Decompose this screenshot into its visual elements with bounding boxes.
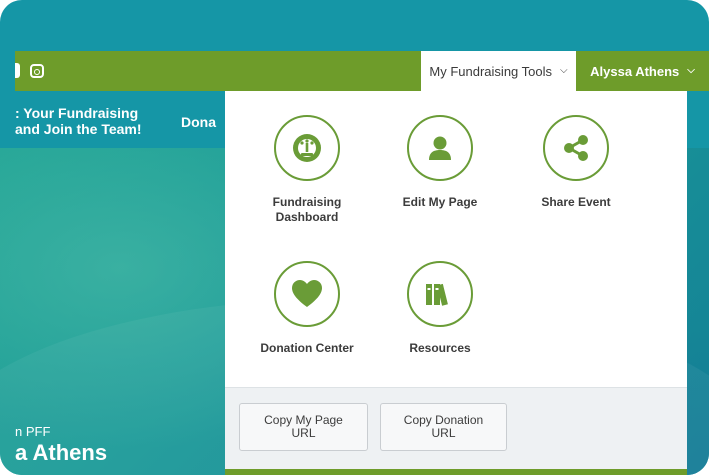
dropdown-bottom-border [225,469,687,475]
books-icon [426,283,448,306]
nav-fundraising-line1: : Your Fundraising [15,105,139,121]
fundraising-tools-dropdown: Fundraising Dashboard Edit My Page Share… [225,91,687,475]
copy-donation-url-button[interactable]: Copy Donation URL [380,403,507,451]
nav-item-fundraising[interactable]: : Your Fundraising and Join the Team! [15,105,142,137]
share-icon [564,135,588,161]
chevron-down-icon: ⌵ [687,65,695,76]
tool-label: Share Event [541,195,611,209]
nav-fundraising-line2: and Join the Team! [15,121,142,137]
tool-donation-center[interactable]: Donation Center [242,261,372,356]
tool-circle [274,261,340,327]
user-menu-tab[interactable]: Alyssa Athens ⌵ [576,51,709,91]
social-links [15,63,44,78]
tool-fundraising-dashboard[interactable]: Fundraising Dashboard [242,115,372,225]
copy-my-page-url-button[interactable]: Copy My Page URL [239,403,368,451]
hero-subtitle: n PFF [15,424,51,439]
tool-share-event[interactable]: Share Event [511,115,641,210]
person-icon [429,136,451,160]
youtube-icon[interactable] [15,63,20,78]
tool-label: Resources [409,341,471,355]
dropdown-footer: Copy My Page URL Copy Donation URL [225,387,687,470]
tool-circle [407,261,473,327]
chevron-down-icon: ⌵ [560,65,568,76]
instagram-icon[interactable] [30,63,44,78]
page-frame: My Fundraising Tools ⌵ Alyssa Athens ⌵ :… [0,0,709,475]
tool-label: Fundraising Dashboard [272,195,342,224]
tool-label: Donation Center [260,341,354,355]
tool-circle [274,115,340,181]
tool-circle [407,115,473,181]
heart-icon [292,280,322,307]
hero-name: a Athens [15,440,108,465]
tool-edit-my-page[interactable]: Edit My Page [375,115,505,210]
copy-page-line2: URL [291,426,316,440]
top-bar: My Fundraising Tools ⌵ Alyssa Athens ⌵ [15,51,709,91]
dashboard-icon [293,134,321,162]
user-tab-label: Alyssa Athens [590,63,680,79]
my-fundraising-tools-tab[interactable]: My Fundraising Tools ⌵ [421,51,576,91]
tools-tab-label: My Fundraising Tools [429,63,552,79]
nav-item-donate[interactable]: Dona [181,114,216,130]
tool-label: Edit My Page [402,195,478,209]
copy-donation-line2: URL [431,426,456,440]
tool-resources[interactable]: Resources [375,261,505,356]
tool-circle [543,115,609,181]
